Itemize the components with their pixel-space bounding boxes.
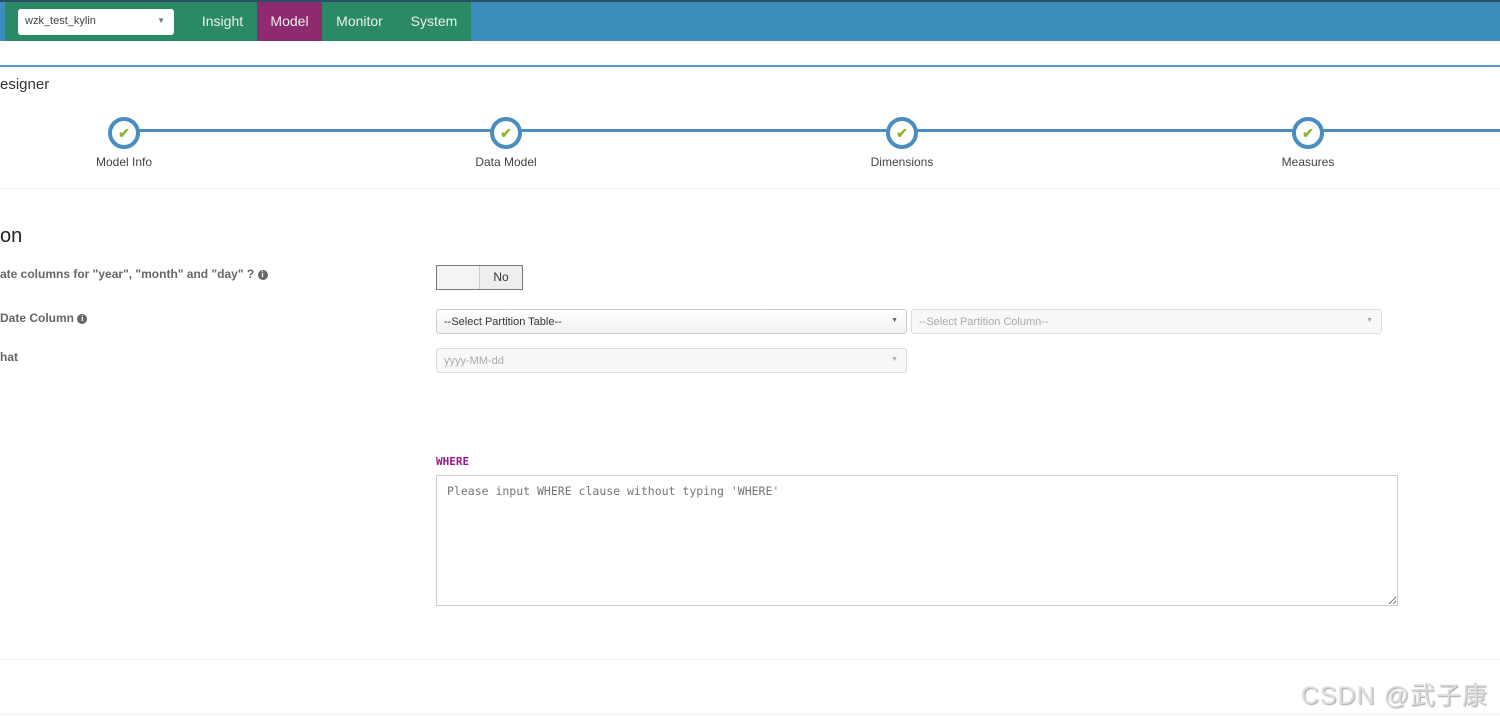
step-measures-check-icon[interactable]: ✔ [1292, 117, 1324, 149]
label-text: Date Column [0, 311, 75, 325]
watermark: CSDN @武子康 [1300, 682, 1488, 710]
project-name: wzk_test_kylin [25, 15, 96, 27]
nav-insight[interactable]: Insight [188, 2, 257, 41]
date-columns-label: ate columns for "year", "month" and "day… [0, 267, 268, 281]
where-label: WHERE [436, 455, 470, 468]
caret-down-icon: ▼ [1366, 317, 1373, 324]
partition-date-column-label: Date Column i [0, 311, 88, 325]
divider [0, 659, 1500, 660]
toggle-handle [437, 266, 480, 289]
info-icon[interactable]: i [257, 270, 268, 280]
date-columns-toggle[interactable]: No [436, 265, 523, 290]
caret-down-icon: ▼ [157, 16, 165, 25]
date-format-label: hat [0, 350, 18, 364]
step-label: Model Info [95, 155, 153, 169]
nav-model[interactable]: Model [257, 2, 322, 41]
divider [0, 188, 1500, 189]
where-clause-input[interactable] [436, 475, 1398, 606]
select-value: --Select Partition Table-- [444, 316, 562, 328]
select-value: yyyy-MM-dd [444, 355, 504, 367]
nav-system[interactable]: System [397, 2, 471, 41]
partition-column-select[interactable]: --Select Partition Column-- ▼ [911, 309, 1382, 334]
page-title: esigner [0, 76, 50, 93]
divider [0, 65, 1500, 67]
caret-down-icon: ▼ [891, 317, 898, 324]
project-select[interactable]: wzk_test_kylin ▼ [18, 9, 174, 35]
select-value: --Select Partition Column-- [919, 316, 1049, 328]
step-data-model-check-icon[interactable]: ✔ [490, 117, 522, 149]
section-title: on [0, 225, 23, 247]
divider [0, 714, 1500, 715]
info-icon[interactable]: i [77, 314, 88, 324]
caret-down-icon: ▼ [891, 356, 898, 363]
step-model-info-check-icon[interactable]: ✔ [108, 117, 140, 149]
step-label: Measures [1281, 155, 1335, 169]
partition-table-select[interactable]: --Select Partition Table-- ▼ [436, 309, 907, 334]
date-format-select[interactable]: yyyy-MM-dd ▼ [436, 348, 907, 373]
label-text: ate columns for "year", "month" and "day… [0, 267, 255, 281]
toggle-value: No [480, 266, 522, 289]
top-navbar: wzk_test_kylin ▼ Insight Model Monitor Sy… [0, 0, 1500, 41]
step-dimensions-check-icon[interactable]: ✔ [886, 117, 918, 149]
nav-monitor[interactable]: Monitor [322, 2, 397, 41]
step-label: Data Model [475, 155, 537, 169]
step-label: Dimensions [870, 155, 934, 169]
